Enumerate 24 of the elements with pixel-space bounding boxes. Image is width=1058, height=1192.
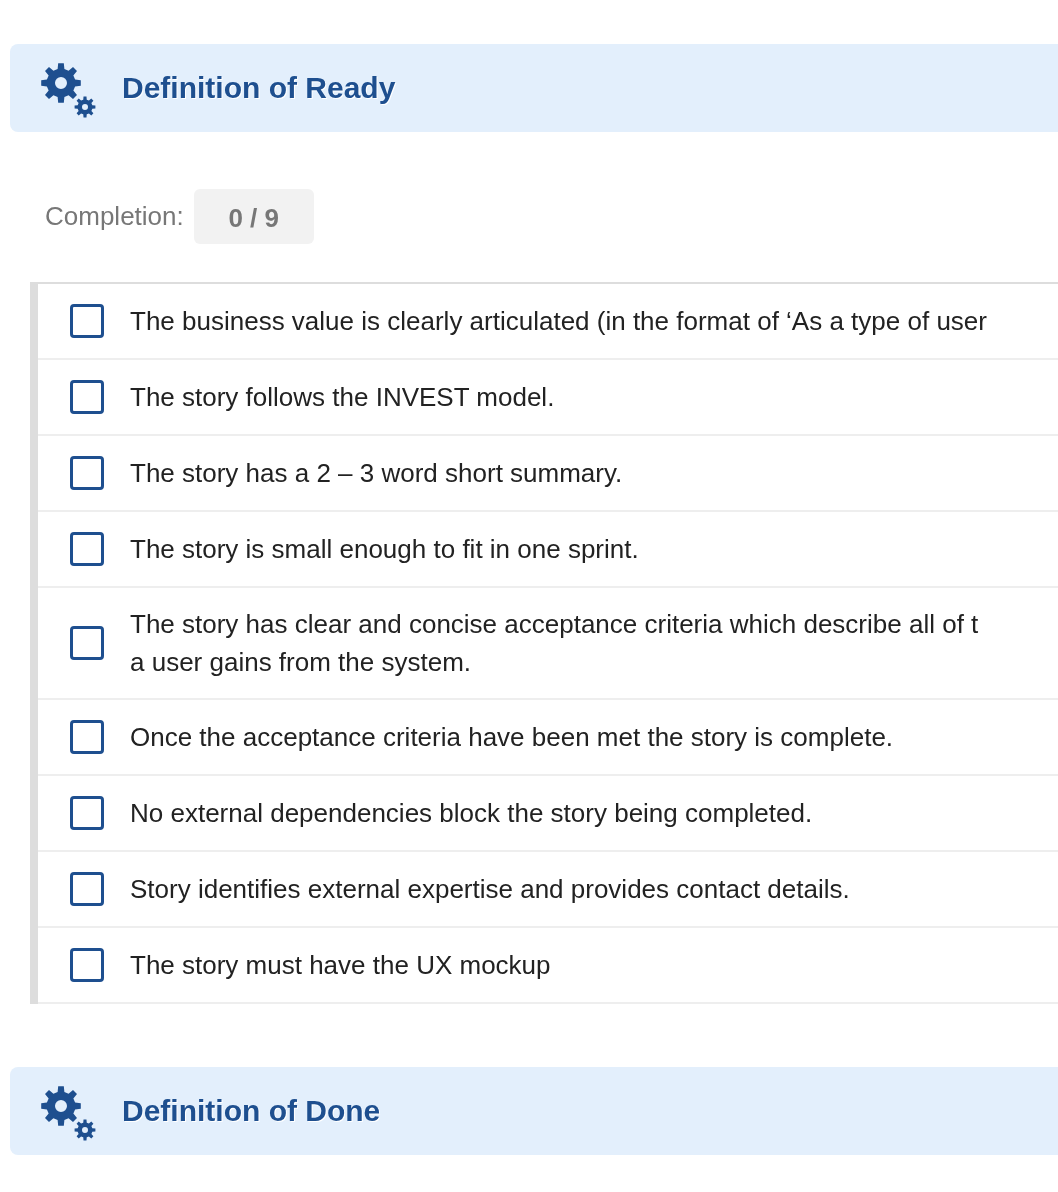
checklist-item-text: The story has clear and concise acceptance criteria which describe all of t a user gains from the system.: [130, 608, 979, 679]
checklist-item-text: No external dependencies block the story being completed.: [130, 797, 813, 830]
checklist-item-text: The business value is clearly articulated (in the format of ‘As a type of user: [130, 305, 987, 338]
completion-count-badge: 0 / 9: [193, 189, 314, 244]
checklist-item-text: The story must have the UX mockup: [130, 949, 551, 982]
checkbox[interactable]: [70, 872, 104, 906]
checkbox[interactable]: [70, 456, 104, 490]
checklist-item-text: Once the acceptance criteria have been met the story is complete.: [130, 721, 894, 754]
checkbox[interactable]: [70, 532, 104, 566]
gears-icon: [40, 62, 96, 118]
gears-icon: [40, 1085, 96, 1141]
checkbox[interactable]: [70, 304, 104, 338]
section-title: Definition of Ready: [122, 73, 396, 103]
checkbox[interactable]: [70, 626, 104, 660]
checkbox[interactable]: [70, 720, 104, 754]
completion-label: Completion:: [45, 201, 184, 232]
checklist-item-text: The story follows the INVEST model.: [130, 381, 555, 414]
checklist-item-text: The story has a 2 – 3 word short summary.: [130, 457, 623, 490]
section-title: Definition of Done: [122, 1096, 381, 1126]
checkbox[interactable]: [70, 380, 104, 414]
checklist-item-text: Story identifies external expertise and provides contact details.: [130, 873, 850, 906]
checkbox[interactable]: [70, 948, 104, 982]
checkbox[interactable]: [70, 796, 104, 830]
checklist-item-text: The story is small enough to fit in one sprint.: [130, 533, 639, 566]
